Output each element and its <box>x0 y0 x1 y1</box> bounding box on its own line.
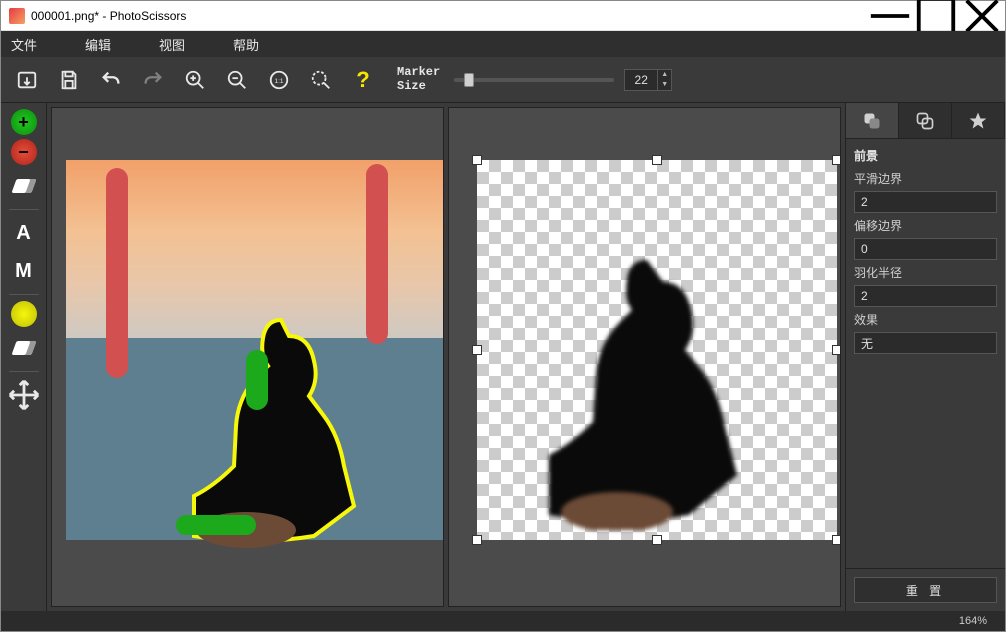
marker-size-down[interactable]: ▼ <box>657 80 671 90</box>
smooth-field[interactable]: ▲▼ <box>854 191 997 213</box>
resize-handle-e[interactable] <box>832 345 841 355</box>
eraser-tool[interactable] <box>7 169 41 203</box>
smooth-label: 平滑边界 <box>854 170 997 187</box>
offset-label: 偏移边界 <box>854 217 997 234</box>
properties-panel: 前景 平滑边界 ▲▼ 偏移边界 ▲▼ 羽化半径 ▲▼ 效果 ▼ 重 置 <box>845 103 1005 611</box>
separator <box>9 371 39 372</box>
app-icon <box>9 8 25 24</box>
marker-size-slider[interactable] <box>454 78 614 82</box>
effect-label: 效果 <box>854 311 997 328</box>
resize-handle-s[interactable] <box>652 535 662 545</box>
resize-handle-w[interactable] <box>472 345 482 355</box>
move-tool[interactable] <box>7 378 41 412</box>
effect-field[interactable]: ▼ <box>854 332 997 354</box>
manual-tool[interactable]: M <box>7 254 41 288</box>
transparency-grid <box>477 160 837 540</box>
highlight-tool[interactable] <box>11 301 37 327</box>
marker-size-label: MarkerSize <box>397 66 440 92</box>
zoom-actual-button[interactable]: 1:1 <box>265 66 293 94</box>
feather-label: 羽化半径 <box>854 264 997 281</box>
menubar: 文件 编辑 视图 帮助 <box>1 31 1005 57</box>
menu-edit[interactable]: 编辑 <box>85 35 111 54</box>
save-button[interactable] <box>55 66 83 94</box>
eraser2-tool[interactable] <box>7 331 41 365</box>
marker-size-value[interactable] <box>625 73 657 87</box>
eraser-icon <box>11 179 36 193</box>
smooth-input[interactable] <box>855 195 1006 209</box>
effect-select[interactable] <box>855 336 1006 350</box>
auto-tool[interactable]: A <box>7 216 41 250</box>
resize-handle-sw[interactable] <box>472 535 482 545</box>
zoom-level: 164% <box>959 615 987 627</box>
resize-handle-ne[interactable] <box>832 155 841 165</box>
statusbar: 164% <box>1 611 1005 631</box>
source-image <box>66 160 443 540</box>
svg-text:1:1: 1:1 <box>275 77 284 84</box>
panel-heading: 前景 <box>854 145 997 166</box>
tab-background[interactable] <box>899 103 952 138</box>
separator <box>9 294 39 295</box>
resize-handle-nw[interactable] <box>472 155 482 165</box>
eraser-icon <box>11 341 36 355</box>
slider-thumb[interactable] <box>464 73 474 87</box>
offset-input[interactable] <box>855 242 1006 256</box>
feather-input[interactable] <box>855 289 1006 303</box>
feather-field[interactable]: ▲▼ <box>854 285 997 307</box>
background-marker-tool[interactable]: − <box>11 139 37 165</box>
redo-button[interactable] <box>139 66 167 94</box>
marker-size-up[interactable]: ▲ <box>657 70 671 80</box>
tab-effects[interactable] <box>952 103 1005 138</box>
reset-button[interactable]: 重 置 <box>854 577 997 603</box>
menu-view[interactable]: 视图 <box>159 35 185 54</box>
toolbar: 1:1 ? MarkerSize ▲▼ <box>1 57 1005 103</box>
resize-handle-n[interactable] <box>652 155 662 165</box>
tab-layers[interactable] <box>846 103 899 138</box>
marker-size-input[interactable]: ▲▼ <box>624 69 672 91</box>
titlebar: 000001.png* - PhotoScissors <box>1 1 1005 31</box>
offset-field[interactable]: ▲▼ <box>854 238 997 260</box>
result-image <box>547 250 747 530</box>
source-canvas[interactable] <box>51 107 444 607</box>
close-button[interactable] <box>959 1 1005 31</box>
menu-help[interactable]: 帮助 <box>233 35 259 54</box>
minimize-button[interactable] <box>867 1 913 31</box>
undo-button[interactable] <box>97 66 125 94</box>
resize-handle-se[interactable] <box>832 535 841 545</box>
maximize-button[interactable] <box>913 1 959 31</box>
menu-file[interactable]: 文件 <box>11 35 37 54</box>
window-title: 000001.png* - PhotoScissors <box>31 9 867 23</box>
zoom-out-button[interactable] <box>223 66 251 94</box>
zoom-in-button[interactable] <box>181 66 209 94</box>
help-icon: ? <box>356 67 369 93</box>
side-toolbar: + − A M <box>1 103 47 611</box>
foreground-marker-tool[interactable]: + <box>11 109 37 135</box>
help-button[interactable]: ? <box>349 66 377 94</box>
separator <box>9 209 39 210</box>
result-canvas[interactable] <box>448 107 841 607</box>
open-button[interactable] <box>13 66 41 94</box>
zoom-fit-button[interactable] <box>307 66 335 94</box>
